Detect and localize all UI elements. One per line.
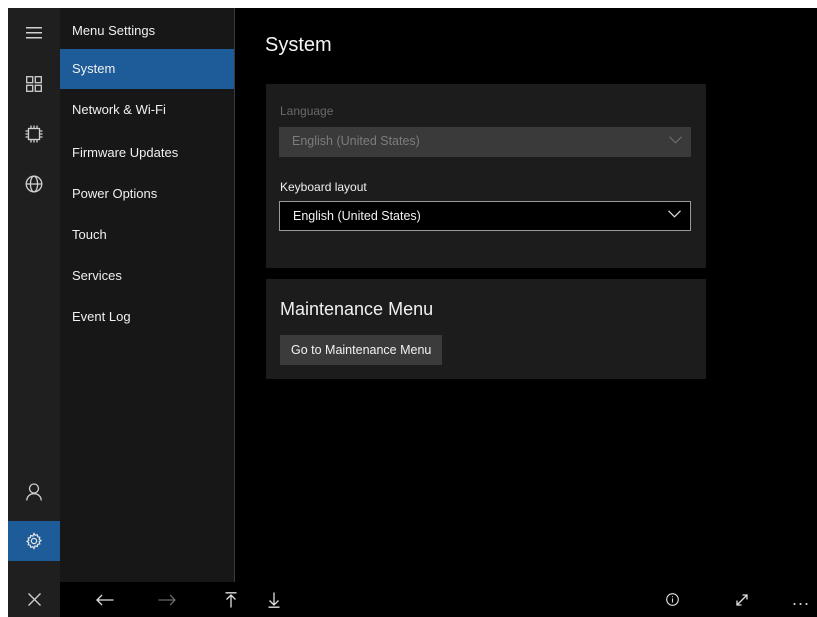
user-icon xyxy=(26,483,42,501)
chevron-down-icon xyxy=(669,136,682,144)
language-value: English (United States) xyxy=(292,134,420,148)
menu-item-event-log[interactable]: Event Log xyxy=(60,297,234,337)
scroll-bottom-icon xyxy=(268,592,280,608)
fullscreen-button[interactable] xyxy=(730,582,754,617)
close-button[interactable] xyxy=(8,582,60,617)
scroll-to-top-button[interactable] xyxy=(220,582,242,617)
scroll-to-bottom-button[interactable] xyxy=(263,582,285,617)
menu-item-network-wifi[interactable]: Network & Wi-Fi xyxy=(60,90,234,130)
go-to-maintenance-button[interactable]: Go to Maintenance Menu xyxy=(280,335,443,365)
device-info-button[interactable] xyxy=(8,114,60,154)
more-icon: ... xyxy=(791,589,810,609)
apps-grid-icon xyxy=(26,76,42,92)
forward-button[interactable] xyxy=(152,582,182,617)
browser-button[interactable] xyxy=(8,164,60,204)
settings-menu: Menu Settings System Network & Wi-Fi Fir… xyxy=(60,8,234,582)
more-button[interactable]: ... xyxy=(788,582,814,617)
maintenance-title: Maintenance Menu xyxy=(280,299,434,319)
info-button[interactable] xyxy=(660,582,684,617)
language-select: English (United States) xyxy=(279,127,691,157)
keyboard-layout-value: English (United States) xyxy=(293,209,421,223)
settings-icon xyxy=(25,532,43,550)
scroll-top-icon xyxy=(225,591,237,607)
hamburger-menu-button[interactable] xyxy=(8,13,60,53)
page-title: System xyxy=(265,34,332,56)
info-icon xyxy=(665,593,679,606)
icon-rail xyxy=(8,8,60,582)
app-window: Menu Settings System Network & Wi-Fi Fir… xyxy=(8,8,817,617)
bottom-toolbar: ... xyxy=(8,582,817,617)
globe-icon xyxy=(25,175,43,193)
hamburger-icon xyxy=(26,27,42,39)
maintenance-card: Maintenance Menu Go to Maintenance Menu xyxy=(266,279,706,379)
menu-item-power-options[interactable]: Power Options xyxy=(60,174,234,214)
chevron-down-icon xyxy=(668,210,681,218)
keyboard-layout-select[interactable]: English (United States) xyxy=(279,201,691,231)
language-settings-card: Language English (United States) Keyboar… xyxy=(266,84,706,268)
keyboard-layout-label: Keyboard layout xyxy=(280,180,367,194)
menu-item-services[interactable]: Services xyxy=(60,256,234,296)
fullscreen-icon xyxy=(736,593,748,606)
user-button[interactable] xyxy=(8,472,60,512)
pane-divider xyxy=(234,8,235,582)
menu-item-touch[interactable]: Touch xyxy=(60,215,234,255)
forward-arrow-icon xyxy=(158,594,176,605)
processor-icon xyxy=(25,125,43,143)
language-label: Language xyxy=(280,104,334,118)
back-button[interactable] xyxy=(90,582,120,617)
settings-button[interactable] xyxy=(8,521,60,561)
close-icon xyxy=(27,593,41,606)
apps-button[interactable] xyxy=(8,64,60,104)
menu-item-firmware-updates[interactable]: Firmware Updates xyxy=(60,133,234,173)
back-arrow-icon xyxy=(96,594,114,605)
menu-header: Menu Settings xyxy=(72,23,156,38)
menu-item-system[interactable]: System xyxy=(60,49,234,89)
